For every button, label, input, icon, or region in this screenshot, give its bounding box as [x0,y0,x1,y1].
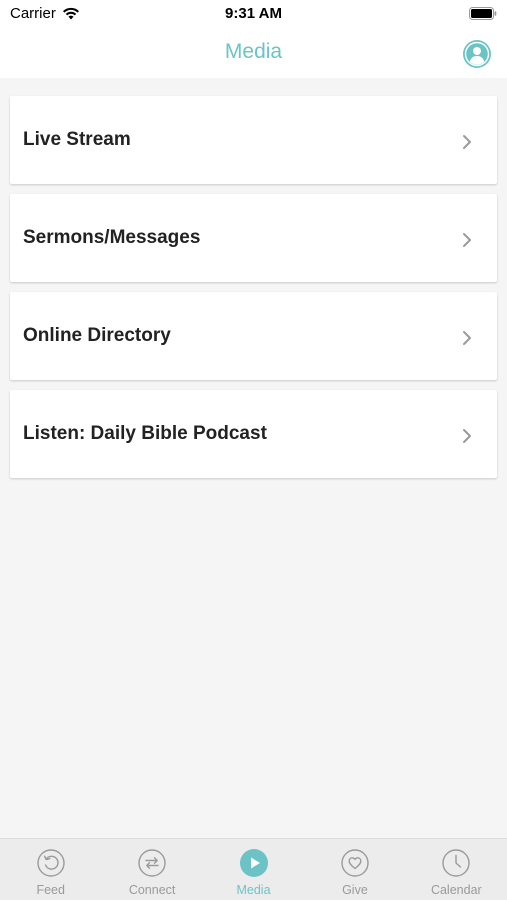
tab-bar: Feed Connect Media Give Calendar [0,838,507,900]
chevron-right-icon [463,233,471,247]
clock-time: 9:31 AM [225,5,282,22]
tab-label: Media [236,883,271,897]
battery-icon [469,7,497,20]
chevron-right-icon [463,429,471,443]
list-item-online-directory[interactable]: Online Directory [10,292,497,380]
clock-icon [442,849,471,877]
list-item-daily-bible-podcast[interactable]: Listen: Daily Bible Podcast [10,390,497,478]
page-title: Media [224,40,283,63]
tab-label: Calendar [430,883,482,897]
tab-label: Give [342,883,368,897]
tab-media[interactable]: Media [203,839,304,900]
tab-give[interactable]: Give [304,839,405,900]
tab-label: Feed [36,883,65,897]
refresh-circle-icon [37,849,65,877]
media-list: Live Stream Sermons/Messages Online Dire… [10,96,497,488]
list-item-label: Live Stream [23,129,131,150]
profile-icon[interactable] [462,39,492,69]
tab-feed[interactable]: Feed [0,839,101,900]
chevron-right-icon [463,135,471,149]
heart-circle-icon [341,849,369,877]
list-item-live-stream[interactable]: Live Stream [10,96,497,184]
list-item-label: Online Directory [23,325,171,346]
list-item-sermons-messages[interactable]: Sermons/Messages [10,194,497,282]
tab-connect[interactable]: Connect [101,839,202,900]
navigation-bar: Media [0,28,507,78]
swap-arrows-icon [138,849,166,877]
tab-calendar[interactable]: Calendar [406,839,507,900]
list-item-label: Listen: Daily Bible Podcast [23,423,267,444]
status-bar: Carrier 9:31 AM [0,0,507,28]
play-circle-icon [239,849,268,877]
list-item-label: Sermons/Messages [23,227,201,248]
chevron-right-icon [463,331,471,345]
tab-label: Connect [128,883,176,897]
